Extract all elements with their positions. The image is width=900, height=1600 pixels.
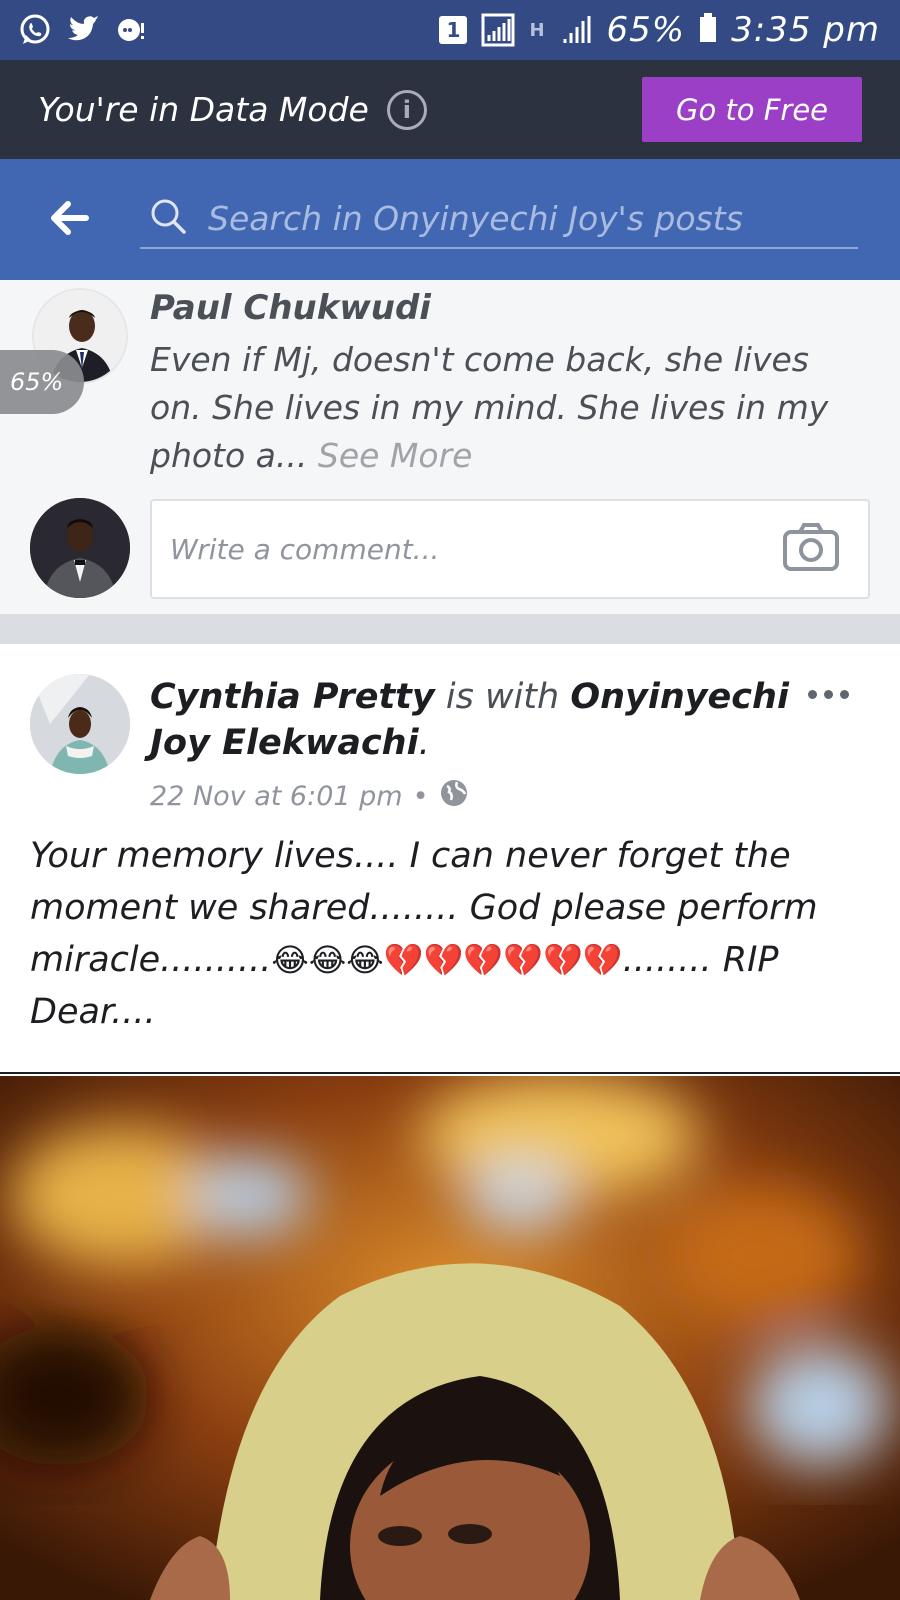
see-more-link[interactable]: See More	[318, 436, 473, 475]
sim-badge: 1	[439, 16, 468, 44]
meta-separator: •	[412, 781, 429, 812]
search-header: Search in Onyinyechi Joy's posts	[0, 159, 900, 280]
comment-author[interactable]: Paul Chukwudi	[150, 288, 431, 328]
battery-percent: 65%	[606, 10, 686, 50]
with-text: is with	[445, 677, 560, 717]
status-bar: 1 H 65% 3:35 pm	[0, 0, 900, 60]
search-icon	[148, 196, 188, 240]
more-options-icon[interactable]	[808, 684, 858, 704]
post-body: Your memory lives.... I can never forget…	[30, 830, 875, 1038]
comment-input[interactable]	[150, 499, 870, 599]
post-timestamp[interactable]: 22 Nov at 6:01 pm	[150, 781, 403, 812]
header-period: .	[418, 723, 430, 763]
network-type: H	[529, 19, 545, 41]
data-mode-banner: You're in Data Mode i Go to Free	[0, 60, 900, 159]
feed-divider	[0, 614, 900, 644]
battery-overlay: 65%	[0, 350, 84, 414]
twitter-icon	[66, 13, 100, 47]
comment-body: Even if Mj, doesn't come back, she lives…	[150, 340, 829, 475]
signal-box-icon	[481, 13, 515, 47]
comment-text: Even if Mj, doesn't come back, she lives…	[150, 336, 870, 480]
data-mode-text: You're in Data Mode	[38, 90, 369, 129]
post-header: Cynthia Pretty is with Onyinyechi Joy El…	[150, 674, 790, 766]
battery-icon	[699, 13, 717, 47]
back-arrow-icon[interactable]	[46, 195, 92, 241]
post-meta: 22 Nov at 6:01 pm •	[150, 778, 469, 815]
search-placeholder: Search in Onyinyechi Joy's posts	[208, 198, 743, 238]
post-photo[interactable]	[0, 1076, 900, 1600]
avatar-current-user	[30, 498, 130, 598]
avatar-cynthia-pretty[interactable]	[30, 674, 130, 774]
post-author[interactable]: Cynthia Pretty	[150, 677, 435, 717]
chat-bubble-icon	[114, 13, 148, 47]
post-emojis: 😂😂😂💔💔💔💔💔💔	[271, 941, 623, 979]
status-bar-system: 1 H 65% 3:35 pm	[439, 10, 880, 50]
camera-icon[interactable]	[782, 522, 840, 576]
post-card: Cynthia Pretty is with Onyinyechi Joy El…	[0, 644, 900, 1074]
go-to-free-button[interactable]: Go to Free	[642, 77, 862, 142]
info-icon[interactable]: i	[386, 89, 427, 130]
whatsapp-icon	[18, 13, 52, 47]
status-bar-notifications	[18, 13, 148, 47]
comment-field[interactable]	[170, 532, 730, 566]
search-input[interactable]: Search in Onyinyechi Joy's posts	[140, 189, 858, 249]
data-mode-info: You're in Data Mode i	[38, 89, 427, 130]
clock: 3:35 pm	[731, 10, 880, 50]
signal-icon	[559, 13, 593, 47]
globe-icon	[439, 778, 469, 815]
comment-section: 65% Paul Chukwudi Even if Mj, doesn't co…	[0, 280, 900, 614]
